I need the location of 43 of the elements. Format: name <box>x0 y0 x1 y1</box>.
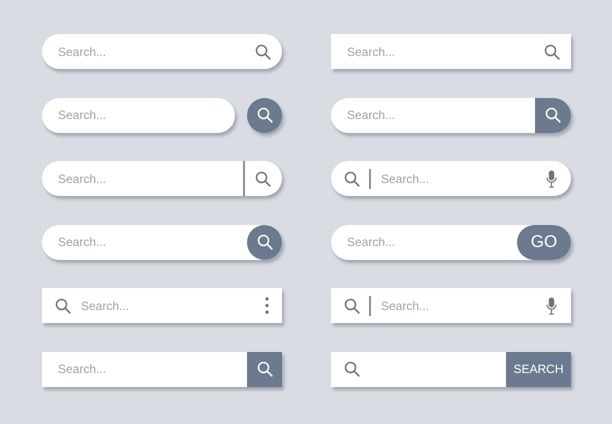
placeholder-text: Search... <box>58 362 106 376</box>
search-field[interactable]: Search... <box>42 98 235 132</box>
search-icon[interactable] <box>55 298 71 314</box>
placeholder-text: Search... <box>58 44 106 58</box>
search-field[interactable]: SEARCH <box>331 352 571 386</box>
placeholder-text: Search... <box>58 235 106 249</box>
search-field[interactable]: Search... <box>42 288 282 323</box>
microphone-icon[interactable] <box>546 296 557 314</box>
search-icon[interactable] <box>544 44 560 60</box>
more-icon[interactable] <box>265 297 269 314</box>
placeholder-text: Search... <box>347 108 396 122</box>
search-icon <box>256 234 272 250</box>
search-field[interactable]: Search... <box>42 34 282 69</box>
search-button[interactable] <box>535 98 571 132</box>
search-icon[interactable] <box>255 170 271 186</box>
search-field[interactable]: Search... <box>42 352 282 386</box>
placeholder-text: Search... <box>58 108 106 122</box>
placeholder-text: Search... <box>347 44 396 58</box>
search-button[interactable] <box>247 224 282 260</box>
search-icon <box>545 107 561 123</box>
placeholder-text: Search... <box>58 172 106 186</box>
search-icon[interactable] <box>255 44 271 60</box>
search-icon[interactable] <box>344 298 360 314</box>
microphone-icon[interactable] <box>546 170 557 188</box>
search-button[interactable]: GO <box>517 224 571 260</box>
search-field[interactable]: Search... <box>331 98 571 132</box>
search-button[interactable] <box>247 352 282 386</box>
search-icon <box>256 361 272 377</box>
search-button[interactable] <box>247 98 282 132</box>
placeholder-text: Search... <box>381 298 430 312</box>
search-icon[interactable] <box>344 170 360 186</box>
placeholder-text: Search... <box>381 172 430 186</box>
placeholder-text: Search... <box>347 235 396 249</box>
search-field[interactable]: Search... GO <box>331 224 571 260</box>
search-button[interactable]: SEARCH <box>506 352 571 386</box>
search-field[interactable]: Search... <box>331 161 571 196</box>
placeholder-text: Search... <box>81 298 130 312</box>
search-field[interactable]: Search... <box>42 224 282 260</box>
search-field[interactable]: Search... <box>331 288 571 323</box>
search-icon[interactable] <box>344 361 360 377</box>
search-icon <box>256 107 272 123</box>
search-field[interactable]: Search... <box>42 161 282 196</box>
search-field[interactable]: Search... <box>331 34 571 69</box>
